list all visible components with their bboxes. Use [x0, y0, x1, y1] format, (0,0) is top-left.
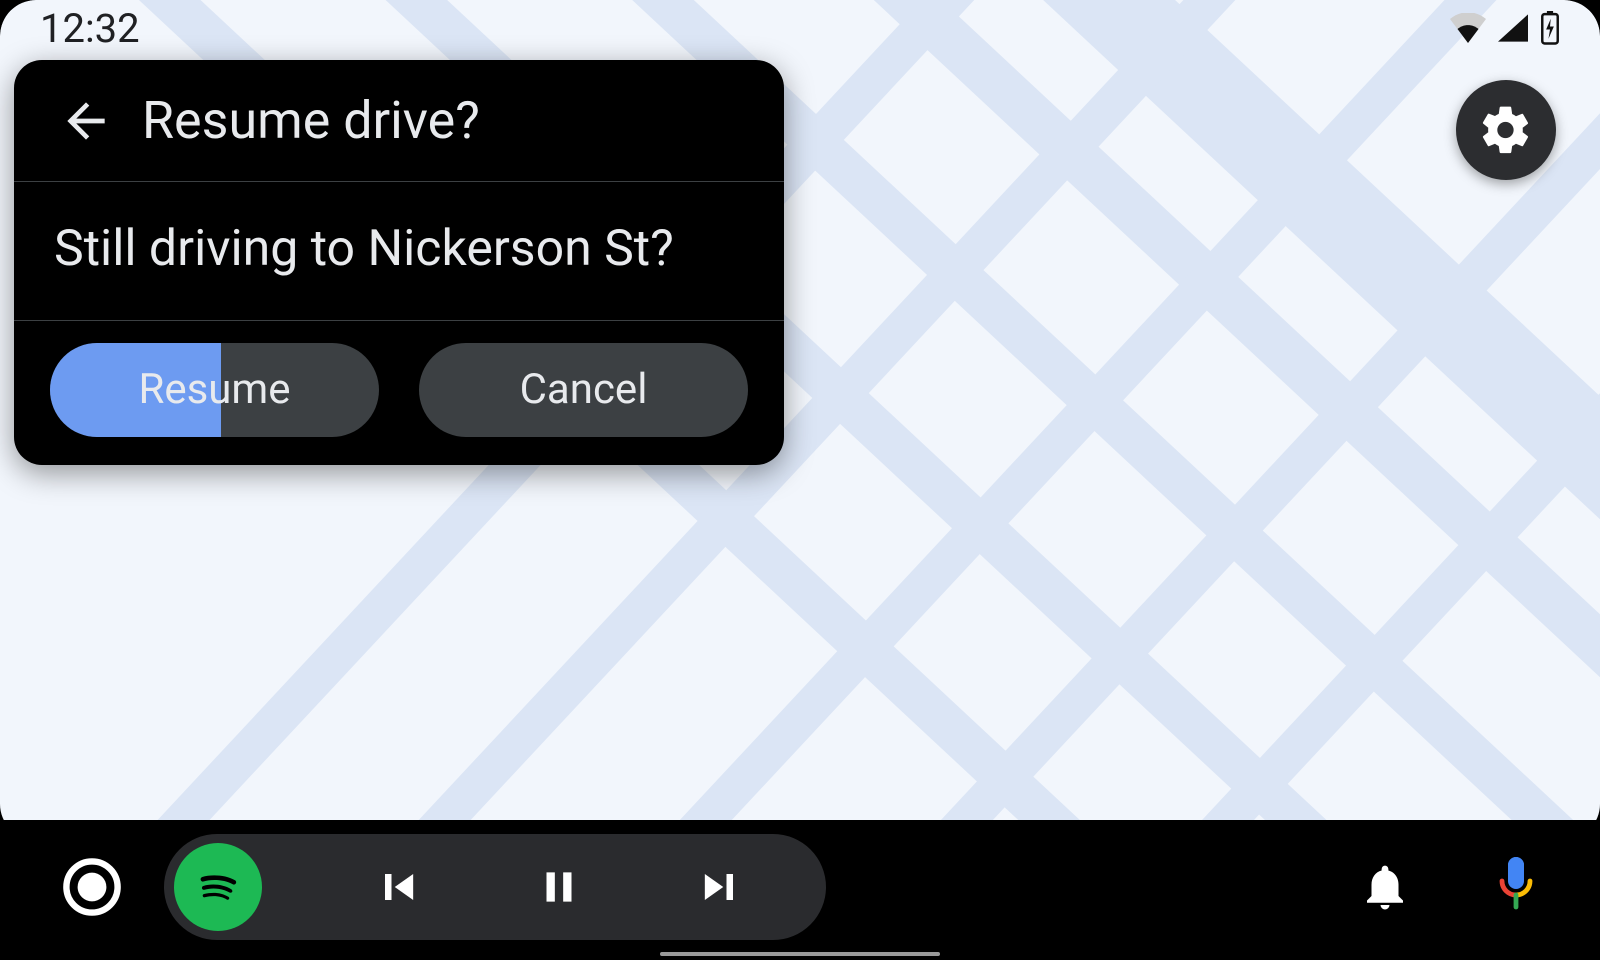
pause-icon[interactable] — [534, 862, 584, 912]
bell-icon[interactable] — [1358, 860, 1412, 914]
skip-previous-icon[interactable] — [372, 861, 424, 913]
status-icons — [1450, 11, 1560, 45]
cellular-icon — [1496, 13, 1530, 43]
battery-charging-icon — [1540, 11, 1560, 45]
bottom-bar-left — [60, 834, 826, 940]
assistant-mic-icon[interactable] — [1492, 857, 1540, 917]
spotify-glyph-icon — [188, 857, 248, 917]
spotify-icon[interactable] — [174, 843, 262, 931]
cancel-button-label: Cancel — [520, 365, 648, 414]
dialog-header: Resume drive? — [14, 60, 784, 182]
resume-drive-dialog: Resume drive? Still driving to Nickerson… — [14, 60, 784, 465]
skip-next-icon[interactable] — [694, 861, 746, 913]
dialog-actions: Resume Cancel — [14, 321, 784, 465]
dialog-body-text: Still driving to Nickerson St? — [54, 216, 744, 284]
back-arrow-icon[interactable] — [58, 93, 114, 149]
status-time: 12:32 — [40, 5, 140, 52]
resume-button-label: Resume — [138, 365, 290, 414]
launcher-icon[interactable] — [60, 855, 124, 919]
status-bar: 12:32 — [0, 0, 1600, 56]
wifi-icon — [1450, 13, 1486, 43]
media-control-pill — [164, 834, 826, 940]
bottom-nav-bar — [0, 820, 1600, 960]
screen: 12:32 Resume drive? — [0, 0, 1600, 960]
home-indicator — [660, 952, 940, 956]
dialog-body: Still driving to Nickerson St? — [14, 182, 784, 321]
dialog-title: Resume drive? — [142, 90, 480, 151]
cancel-button[interactable]: Cancel — [419, 343, 748, 437]
settings-button[interactable] — [1456, 80, 1556, 180]
bottom-bar-right — [1358, 857, 1540, 917]
gear-icon — [1478, 102, 1534, 158]
resume-button[interactable]: Resume — [50, 343, 379, 437]
